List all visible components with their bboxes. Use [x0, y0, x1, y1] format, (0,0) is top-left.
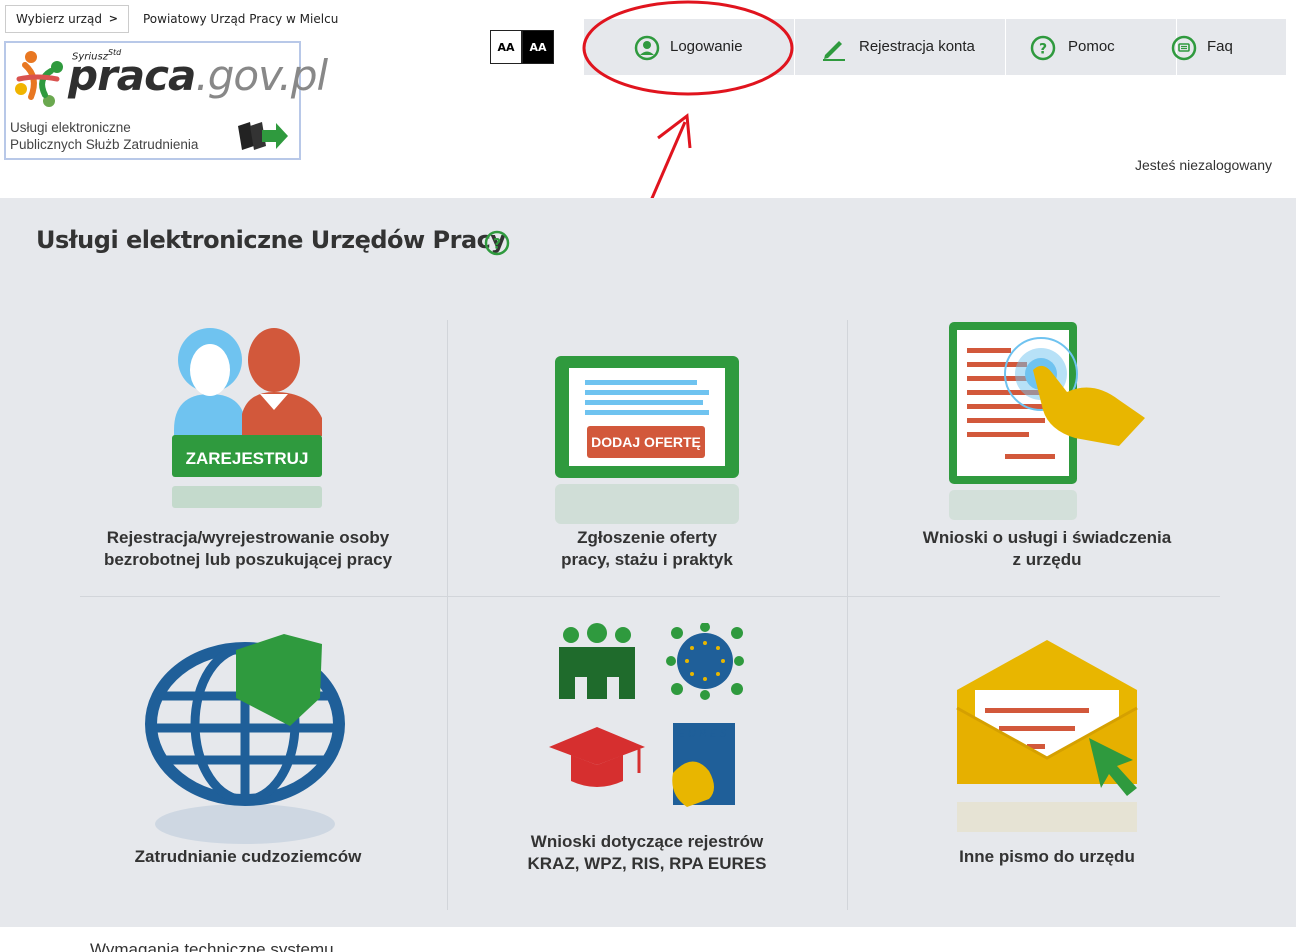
- tile-foreigners[interactable]: Zatrudnianie cudzoziemców: [48, 628, 448, 898]
- nav-faq-label: Faq: [1207, 38, 1233, 55]
- registers-icon: EURES: [549, 623, 744, 807]
- svg-text:?: ?: [1039, 42, 1047, 58]
- tile-applications-caption: Wnioski o usługi i świadczenia z urzędu: [922, 528, 1172, 569]
- font-size-contrast-button[interactable]: AA: [522, 30, 554, 64]
- logo-wordmark: praca.gov.pl: [68, 51, 328, 100]
- grid-divider: [80, 596, 1220, 597]
- nav-register-label: Rejestracja konta: [859, 38, 975, 55]
- tile-registration-caption: Rejestracja/wyrejestrowanie osoby bezrob…: [103, 528, 393, 569]
- nav-help[interactable]: ? Pomoc: [1006, 19, 1176, 75]
- tile-other-letter[interactable]: Inne pismo do urzędu: [847, 638, 1247, 898]
- nav-login[interactable]: Logowanie: [584, 19, 794, 75]
- chat-bubble-icon: [1171, 35, 1197, 61]
- register-badge: ZAREJESTRUJ: [186, 449, 309, 468]
- font-size-switcher: AA AA: [490, 30, 554, 64]
- arrows-logo-icon: [238, 122, 288, 150]
- office-select-label: Wybierz urząd: [16, 12, 102, 26]
- envelope-icon: [956, 640, 1138, 832]
- site-logo[interactable]: SyriuszStd praca.gov.pl Usługi elektroni…: [4, 41, 328, 160]
- tile-job-offer[interactable]: DODAJ OFERTĘ Zgłoszenie oferty pracy, st…: [447, 318, 847, 588]
- tile-applications[interactable]: Wnioski o usługi i świadczenia z urzędu: [847, 318, 1247, 588]
- document-touch-icon: [949, 322, 1145, 520]
- office-select-button[interactable]: Wybierz urząd >: [5, 5, 129, 33]
- tile-registers-caption: Wnioski dotyczące rejestrów KRAZ, WPZ, R…: [527, 832, 767, 873]
- job-offer-board-icon: DODAJ OFERTĘ: [555, 356, 739, 524]
- tile-registers[interactable]: EURES Wnioski dotyczące rejestrów KRAZ, …: [447, 623, 847, 893]
- nav-register[interactable]: Rejestracja konta: [795, 19, 1005, 75]
- services-panel: Usługi elektroniczne Urzędów Pracy ? ZAR…: [0, 198, 1296, 927]
- office-name: Powiatowy Urząd Pracy w Mielcu: [143, 12, 339, 26]
- logo-subtitle: Usługi elektroniczne Publicznych Służb Z…: [10, 120, 199, 152]
- svg-text:?: ?: [493, 237, 501, 253]
- user-circle-icon: [634, 35, 660, 61]
- people-register-icon: ZAREJESTRUJ: [172, 328, 322, 508]
- add-offer-badge: DODAJ OFERTĘ: [591, 434, 701, 450]
- globe-poland-icon: [145, 634, 345, 844]
- eures-label: EURES: [678, 727, 730, 740]
- question-circle-icon: ?: [1030, 35, 1056, 61]
- login-status: Jesteś niezalogowany: [1135, 157, 1272, 173]
- tile-foreigners-caption: Zatrudnianie cudzoziemców: [134, 847, 362, 866]
- tile-registration[interactable]: ZAREJESTRUJ Rejestracja/wyrejestrowanie …: [48, 318, 448, 588]
- font-size-normal-button[interactable]: AA: [490, 30, 522, 64]
- praca-logo-icon: [15, 51, 63, 107]
- footer-requirements-link[interactable]: Wymagania techniczne systemu: [90, 940, 334, 952]
- question-circle-icon[interactable]: ?: [484, 230, 510, 256]
- pencil-icon: [823, 41, 845, 61]
- nav-login-label: Logowanie: [670, 38, 743, 55]
- chevron-right-icon: >: [108, 12, 118, 25]
- top-navigation: Logowanie Rejestracja konta ? Pomoc Faq: [584, 19, 1286, 75]
- page-title: Usługi elektroniczne Urzędów Pracy: [36, 226, 506, 254]
- tile-job-offer-caption: Zgłoszenie oferty pracy, stażu i praktyk: [561, 528, 733, 569]
- tile-other-letter-caption: Inne pismo do urzędu: [959, 847, 1135, 866]
- nav-help-label: Pomoc: [1068, 38, 1115, 55]
- nav-faq[interactable]: Faq: [1171, 19, 1285, 75]
